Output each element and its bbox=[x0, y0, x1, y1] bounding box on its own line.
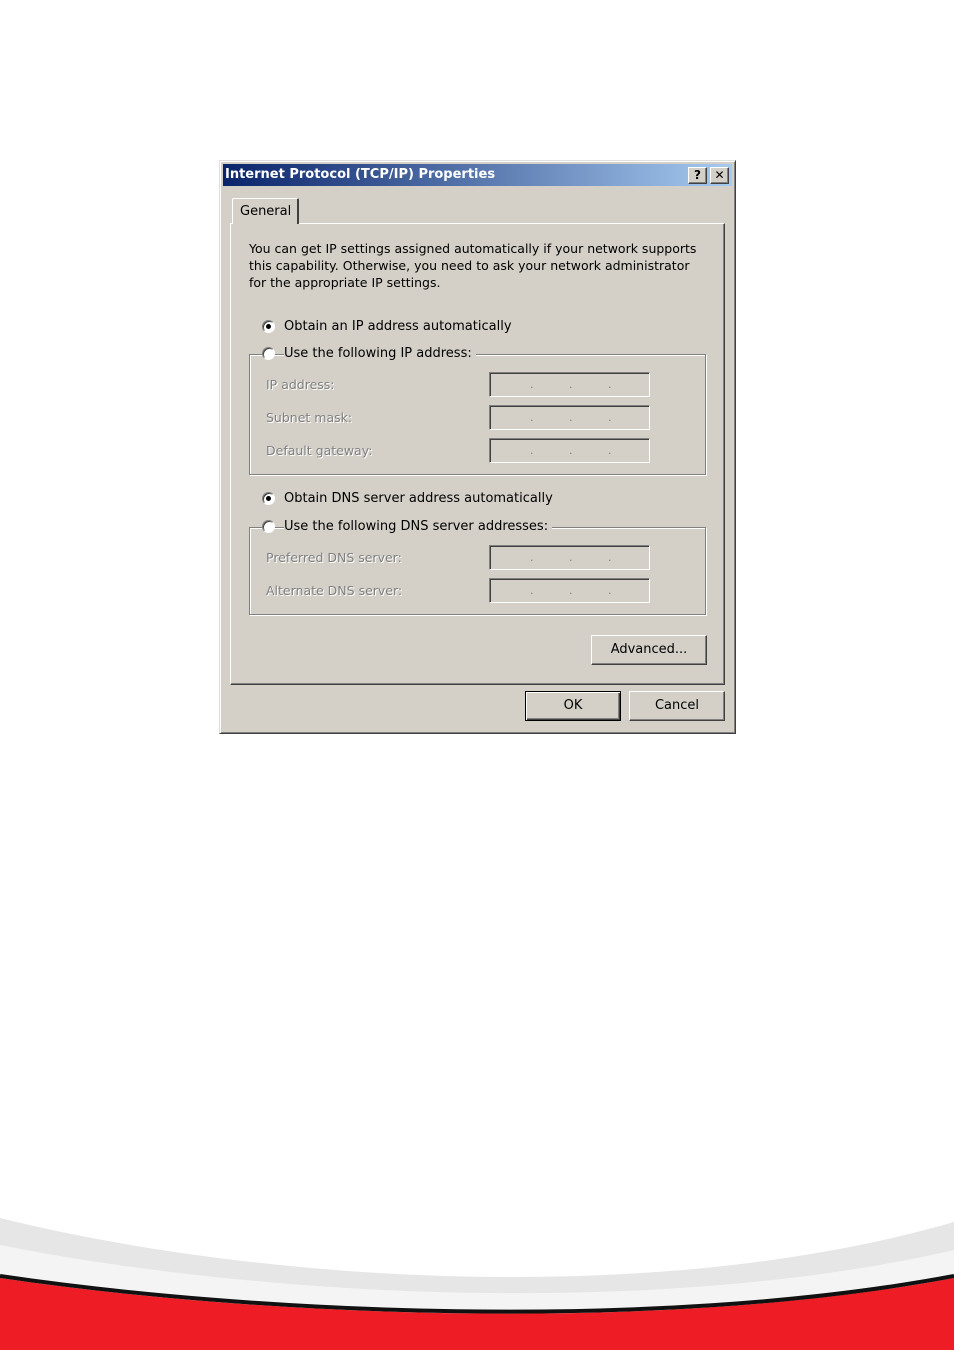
default-gateway-label: Default gateway: bbox=[266, 443, 373, 458]
use-static-dns-radio[interactable] bbox=[262, 520, 275, 533]
use-static-dns-label: Use the following DNS server addresses: bbox=[284, 519, 553, 534]
use-static-ip-option[interactable]: Use the following IP address: bbox=[262, 346, 502, 364]
use-static-ip-label: Use the following IP address: bbox=[284, 346, 476, 361]
obtain-dns-auto-label: Obtain DNS server address automatically bbox=[284, 491, 557, 506]
radio-selected-dot bbox=[266, 324, 271, 329]
obtain-ip-auto-radio[interactable] bbox=[262, 320, 275, 333]
close-icon[interactable]: ✕ bbox=[710, 167, 729, 184]
title-bar[interactable]: Internet Protocol (TCP/IP) Properties ? … bbox=[223, 164, 732, 186]
tab-general-label: General bbox=[240, 204, 292, 219]
ip-address-label: IP address: bbox=[266, 377, 335, 392]
use-static-ip-radio[interactable] bbox=[262, 347, 275, 360]
alternate-dns-input[interactable]: ... bbox=[489, 578, 650, 603]
cancel-button[interactable]: Cancel bbox=[629, 691, 725, 721]
subnet-mask-label: Subnet mask: bbox=[266, 410, 353, 425]
preferred-dns-label: Preferred DNS server: bbox=[266, 550, 402, 565]
preferred-dns-input[interactable]: ... bbox=[489, 545, 650, 570]
radio-selected-dot bbox=[266, 496, 271, 501]
alternate-dns-label: Alternate DNS server: bbox=[266, 583, 403, 598]
info-text: You can get IP settings assigned automat… bbox=[249, 241, 697, 290]
obtain-dns-auto-radio[interactable] bbox=[262, 492, 275, 505]
help-button[interactable]: ? bbox=[688, 167, 707, 184]
dialog-title: Internet Protocol (TCP/IP) Properties bbox=[225, 167, 496, 182]
tcpip-properties-dialog: Internet Protocol (TCP/IP) Properties ? … bbox=[219, 160, 736, 734]
page-footer-swoosh bbox=[0, 1218, 954, 1350]
subnet-mask-input[interactable]: ... bbox=[489, 405, 650, 430]
advanced-button[interactable]: Advanced... bbox=[591, 635, 707, 665]
use-static-dns-option[interactable]: Use the following DNS server addresses: bbox=[262, 519, 562, 537]
default-gateway-input[interactable]: ... bbox=[489, 438, 650, 463]
ip-address-input[interactable]: ... bbox=[489, 372, 650, 397]
tab-general[interactable]: General bbox=[232, 198, 299, 224]
obtain-ip-auto-label: Obtain an IP address automatically bbox=[284, 319, 516, 334]
ok-button[interactable]: OK bbox=[525, 691, 621, 721]
obtain-dns-auto-option[interactable]: Obtain DNS server address automatically bbox=[262, 491, 562, 509]
obtain-ip-auto-option[interactable]: Obtain an IP address automatically bbox=[262, 319, 522, 337]
